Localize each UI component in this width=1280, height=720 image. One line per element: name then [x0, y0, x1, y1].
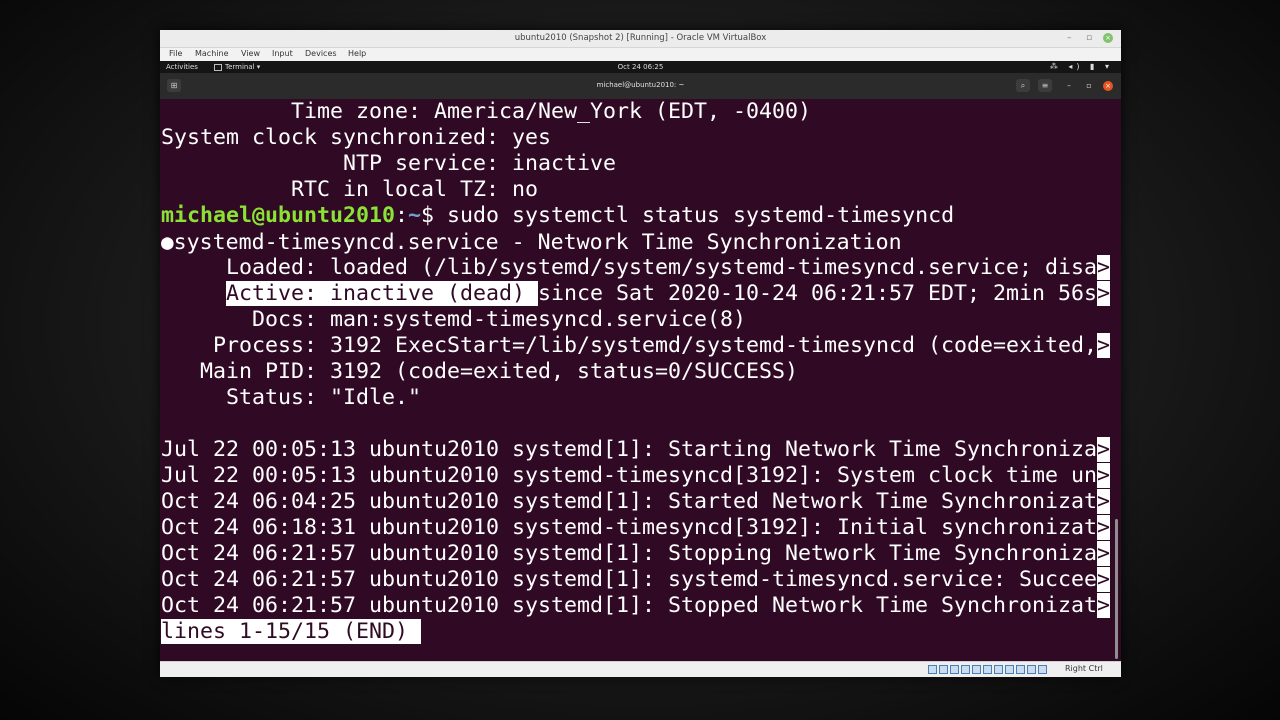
- menu-view[interactable]: View: [241, 49, 260, 58]
- loaded-text: Loaded: loaded (/lib/systemd/system/syst…: [161, 255, 1098, 280]
- log-line: Jul 22 00:05:13 ubuntu2010 systemd[1]: S…: [161, 437, 1111, 463]
- prompt-user: michael@ubuntu2010: [161, 203, 396, 228]
- close-icon[interactable]: ×: [1103, 33, 1113, 43]
- unit-title: systemd-timesyncd.service - Network Time…: [173, 230, 902, 255]
- clock[interactable]: Oct 24 06:25: [160, 63, 1121, 71]
- line-active: Active: inactive (dead) since Sat 2020-1…: [161, 281, 1111, 307]
- virtualbox-window: ubuntu2010 (Snapshot 2) [Running] - Orac…: [160, 30, 1121, 677]
- log-text: Oct 24 06:21:57 ubuntu2010 systemd[1]: S…: [161, 541, 1098, 566]
- log-line: Oct 24 06:04:25 ubuntu2010 systemd[1]: S…: [161, 489, 1111, 515]
- log-line: Oct 24 06:21:57 ubuntu2010 systemd[1]: S…: [161, 541, 1111, 567]
- line-clock-sync: System clock synchronized: yes: [161, 125, 552, 150]
- log-text: Oct 24 06:18:31 ubuntu2010 systemd-times…: [161, 515, 1098, 540]
- terminal-output[interactable]: Time zone: America/New_York (EDT, -0400)…: [160, 99, 1121, 661]
- truncate-marker: >: [1097, 567, 1111, 592]
- truncate-marker: >: [1097, 515, 1111, 540]
- line-time-zone: Time zone: America/New_York (EDT, -0400): [161, 99, 812, 124]
- menu-icon[interactable]: ≡: [1038, 79, 1052, 92]
- log-text: Jul 22 00:05:13 ubuntu2010 systemd[1]: S…: [161, 437, 1098, 462]
- menu-input[interactable]: Input: [272, 49, 293, 58]
- optical-drive-icon[interactable]: [939, 665, 948, 674]
- minimize-icon[interactable]: –: [1067, 33, 1072, 43]
- truncate-marker: >: [1097, 463, 1111, 488]
- terminal-headerbar[interactable]: ⊞ michael@ubuntu2010: ~ ⌕ ≡ – ▫ ×: [160, 73, 1121, 99]
- truncate-marker: >: [1097, 255, 1111, 280]
- mouse-integration-icon[interactable]: [1027, 665, 1036, 674]
- log-text: Oct 24 06:04:25 ubuntu2010 systemd[1]: S…: [161, 489, 1098, 514]
- guest-display: Activities Terminal ▾ Oct 24 06:25 ⁂ ◂) …: [160, 61, 1121, 661]
- menu-file[interactable]: File: [169, 49, 182, 58]
- status-dot-icon: ●: [161, 230, 174, 254]
- display-icon[interactable]: [994, 665, 1003, 674]
- log-line: Jul 22 00:05:13 ubuntu2010 systemd-times…: [161, 463, 1111, 489]
- vm-titlebar[interactable]: ubuntu2010 (Snapshot 2) [Running] - Orac…: [160, 30, 1121, 48]
- line-main-pid: Main PID: 3192 (code=exited, status=0/SU…: [161, 359, 799, 384]
- host-key-label: Right Ctrl: [1065, 664, 1103, 673]
- process-text: Process: 3192 ExecStart=/lib/systemd/sys…: [161, 333, 1098, 358]
- system-tray[interactable]: ⁂ ◂) ▮ ▾: [1050, 62, 1113, 71]
- active-indent: [161, 281, 226, 306]
- network-icon[interactable]: [961, 665, 970, 674]
- truncate-marker: >: [1097, 333, 1111, 358]
- log-line: Oct 24 06:18:31 ubuntu2010 systemd-times…: [161, 515, 1111, 541]
- vm-statusbar: Right Ctrl: [160, 661, 1121, 677]
- truncate-marker: >: [1097, 489, 1111, 514]
- maximize-icon[interactable]: ▫: [1082, 79, 1096, 92]
- line-docs: Docs: man:systemd-timesyncd.service(8): [161, 307, 747, 332]
- active-rest: since Sat 2020-10-24 06:21:57 EDT; 2min …: [538, 281, 1098, 306]
- hard-disk-icon[interactable]: [928, 665, 937, 674]
- command-text: $ sudo systemctl status systemd-timesync…: [421, 203, 955, 228]
- video-capture-icon[interactable]: [1005, 665, 1014, 674]
- vm-status-icons: [928, 665, 1049, 684]
- terminal-scrollbar[interactable]: [1115, 519, 1118, 659]
- log-line: Oct 24 06:21:57 ubuntu2010 systemd[1]: S…: [161, 593, 1111, 619]
- close-icon[interactable]: ×: [1103, 81, 1113, 91]
- terminal-title: michael@ubuntu2010: ~: [596, 81, 685, 89]
- line-ntp: NTP service: inactive: [161, 151, 617, 176]
- command-line: michael@ubuntu2010:~$ sudo systemctl sta…: [161, 203, 954, 229]
- truncate-marker: >: [1097, 593, 1111, 618]
- pager-status-text: lines 1-15/15 (END): [161, 619, 422, 644]
- log-text: Oct 24 06:21:57 ubuntu2010 systemd[1]: S…: [161, 593, 1098, 618]
- line-rtc: RTC in local TZ: no: [161, 177, 539, 202]
- active-highlight: Active: inactive (dead): [226, 281, 539, 306]
- truncate-marker: >: [1097, 281, 1111, 306]
- restore-icon[interactable]: ▫: [1086, 33, 1092, 43]
- audio-icon[interactable]: [950, 665, 959, 674]
- usb-icon[interactable]: [972, 665, 981, 674]
- minimize-icon[interactable]: –: [1062, 79, 1076, 92]
- line-loaded: Loaded: loaded (/lib/systemd/system/syst…: [161, 255, 1111, 281]
- shared-folders-icon[interactable]: [983, 665, 992, 674]
- search-icon[interactable]: ⌕: [1016, 79, 1030, 92]
- menu-machine[interactable]: Machine: [195, 49, 229, 58]
- log-line: Oct 24 06:21:57 ubuntu2010 systemd[1]: s…: [161, 567, 1111, 593]
- truncate-marker: >: [1097, 541, 1111, 566]
- menu-help[interactable]: Help: [348, 49, 366, 58]
- pager-status[interactable]: lines 1-15/15 (END): [161, 619, 422, 645]
- line-process: Process: 3192 ExecStart=/lib/systemd/sys…: [161, 333, 1111, 359]
- keyboard-icon[interactable]: [1038, 665, 1047, 674]
- gnome-topbar: Activities Terminal ▾ Oct 24 06:25 ⁂ ◂) …: [160, 61, 1121, 73]
- prompt-path: ~: [408, 203, 422, 228]
- log-text: Jul 22 00:05:13 ubuntu2010 systemd-times…: [161, 463, 1098, 488]
- vm-menubar: File Machine View Input Devices Help: [160, 48, 1121, 61]
- vm-title: ubuntu2010 (Snapshot 2) [Running] - Orac…: [514, 33, 767, 43]
- prompt-separator: :: [395, 203, 409, 228]
- unit-title-line: ●systemd-timesyncd.service - Network Tim…: [161, 229, 902, 255]
- cpu-icon[interactable]: [1016, 665, 1025, 674]
- menu-devices[interactable]: Devices: [305, 49, 337, 58]
- line-status: Status: "Idle.": [161, 385, 422, 410]
- truncate-marker: >: [1097, 437, 1111, 462]
- log-text: Oct 24 06:21:57 ubuntu2010 systemd[1]: s…: [161, 567, 1098, 592]
